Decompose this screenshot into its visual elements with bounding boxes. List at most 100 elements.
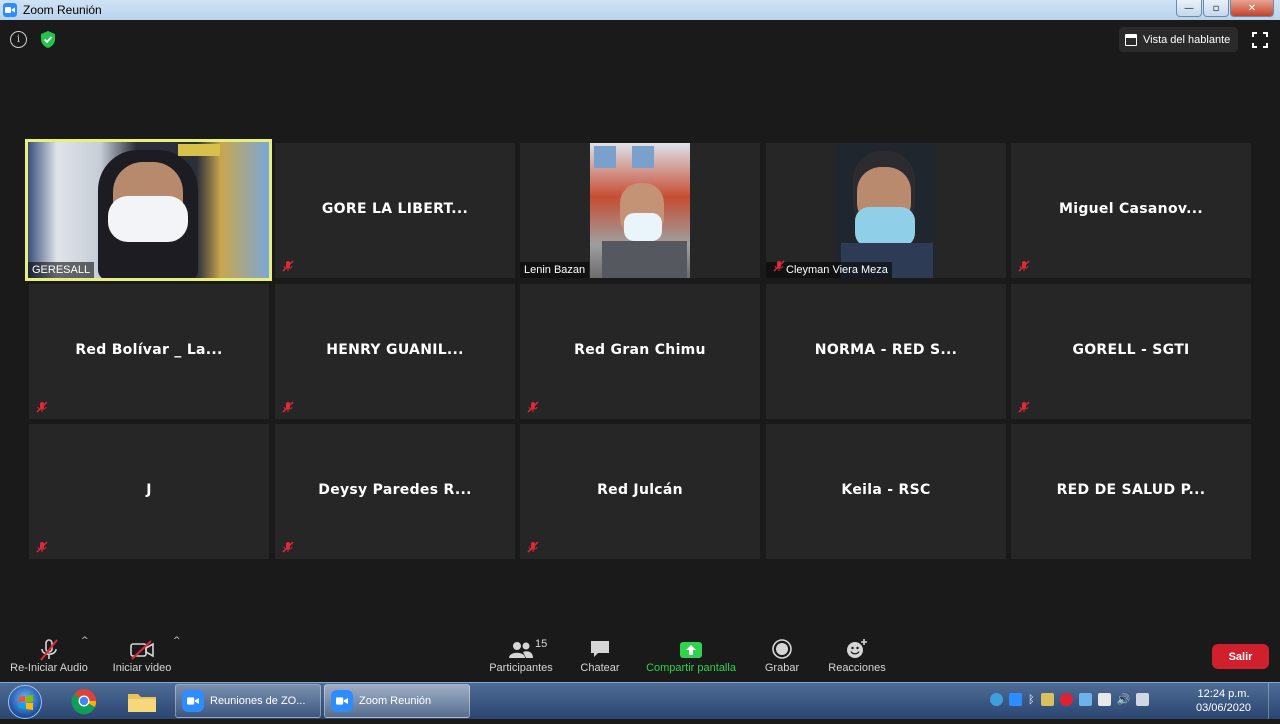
clock-time: 12:24 p.m. [1197,688,1250,700]
participants-label: Participantes [489,662,553,674]
participant-name: Red Julcán [597,482,683,498]
show-desktop-button[interactable] [1268,683,1280,719]
participant-name: GORELL - SGTI [1072,342,1190,358]
video-tile-geresall[interactable]: GERESALL [25,139,272,281]
audio-options-caret-icon[interactable]: ^ [81,636,89,646]
windows-logo-icon [19,695,33,710]
taskbar-window-label: Reuniones de ZO... [210,695,306,707]
audio-label: Re-Iniciar Audio [10,662,88,674]
close-window-button[interactable]: ✕ [1230,0,1274,17]
participant-name: RED DE SALUD P... [1056,482,1206,498]
meeting-toolbar: Re-Iniciar Audio ^ Iniciar video ^ 15 Pa… [0,626,1280,682]
pen-tray-icon[interactable] [1040,693,1054,706]
volume-tray-icon[interactable]: 🔊 [1117,693,1131,706]
maximize-button[interactable]: ▫ [1203,0,1229,17]
record-label: Grabar [764,662,800,674]
muted-mic-icon [1018,260,1030,272]
network-drive-tray-icon[interactable] [1078,693,1092,706]
video-tile-norma[interactable]: NORMA - RED S... [766,284,1006,419]
participant-name: HENRY GUANIL... [326,342,464,358]
tile-name-label: Lenin Bazan [520,262,590,278]
participant-name: Keila - RSC [841,482,931,498]
share-screen-label: Compartir pantalla [646,662,736,674]
share-screen-icon [680,642,702,658]
start-button[interactable] [8,685,42,719]
participant-name: Deysy Paredes R... [318,482,472,498]
video-feed [28,142,269,278]
participant-name: Red Gran Chimu [574,342,706,358]
folder-icon [128,694,156,712]
video-tile-cleyman[interactable]: Cleyman Viera Meza [766,143,1006,278]
video-options-caret-icon[interactable]: ^ [173,636,181,646]
file-explorer-taskbar-button[interactable] [120,685,164,718]
video-tile-miguel[interactable]: Miguel Casanov... [1011,143,1251,278]
participant-name: NORMA - RED S... [814,342,958,358]
chrome-icon [71,689,97,715]
participant-name: Miguel Casanov... [1058,201,1203,217]
windows-taskbar: Reuniones de ZO... Zoom Reunión ᛒ 🔊 12:2… [0,682,1280,719]
minimize-button[interactable]: — [1176,0,1202,17]
meeting-stage: i Vista del hablante GERESALL GORE LA LI… [0,20,1280,682]
participants-count: 15 [535,638,548,650]
chat-icon [591,641,609,657]
video-label: Iniciar video [112,662,172,674]
record-icon [772,639,792,659]
video-tile-henry[interactable]: HENRY GUANIL... [275,284,515,419]
participants-icon [509,642,533,658]
tile-name-label: GERESALL [28,262,95,278]
speaker-view-icon [1125,33,1137,46]
video-tile-j[interactable]: J [29,424,269,559]
participant-name: J [146,482,152,498]
system-tray: ᛒ 🔊 [990,693,1150,706]
muted-mic-icon [36,401,48,413]
muted-mic-icon [282,260,294,272]
taskbar-window-reuniones[interactable]: Reuniones de ZO... [175,684,321,718]
skype-tray-icon[interactable] [990,693,1003,706]
muted-mic-icon [282,541,294,553]
video-tile-red-gran-chimu[interactable]: Red Gran Chimu [520,284,760,419]
chrome-taskbar-button[interactable] [62,685,106,718]
video-tile-red-de-salud[interactable]: RED DE SALUD P... [1011,424,1251,559]
leave-meeting-button[interactable]: Salir [1212,644,1269,669]
camera-off-icon [130,640,154,660]
taskbar-clock[interactable]: 12:24 p.m. 03/06/2020 [1196,687,1251,715]
video-tile-red-julcan[interactable]: Red Julcán [520,424,760,559]
encryption-shield-icon[interactable] [39,30,57,49]
video-tile-deysy[interactable]: Deysy Paredes R... [275,424,515,559]
video-tile-gorell[interactable]: GORELL - SGTI [1011,284,1251,419]
video-tile-lenin[interactable]: Lenin Bazan [520,143,760,278]
video-tile-gore[interactable]: GORE LA LIBERT... [275,143,515,278]
muted-mic-icon [282,401,294,413]
network-tray-icon[interactable] [1136,693,1150,706]
chat-label: Chatear [580,662,620,674]
taskbar-window-label: Zoom Reunión [359,695,432,707]
taskbar-window-zoom-reunion[interactable]: Zoom Reunión [324,684,470,718]
zoom-tray-icon[interactable] [1009,693,1022,706]
participant-name: GORE LA LIBERT... [321,201,469,217]
participant-name: Red Bolívar _ La... [75,342,223,358]
zoom-icon [331,690,353,712]
device-tray-icon[interactable] [1097,693,1111,706]
muted-mic-icon [527,401,539,413]
bluetooth-tray-icon[interactable]: ᛒ [1028,693,1035,706]
muted-mic-icon [1018,401,1030,413]
muted-mic-icon [527,541,539,553]
security-alert-tray-icon[interactable] [1059,693,1073,706]
video-tile-red-bolivar[interactable]: Red Bolívar _ La... [29,284,269,419]
muted-mic-icon [773,260,785,272]
zoom-icon [182,690,204,712]
video-feed [590,143,690,278]
fullscreen-icon[interactable] [1252,32,1268,48]
video-feed [835,143,936,278]
zoom-app-icon [3,3,17,17]
window-titlebar: Zoom Reunión — ▫ ✕ [0,0,1280,20]
speaker-view-button[interactable]: Vista del hablante [1119,27,1238,52]
window-title: Zoom Reunión [23,3,102,17]
meeting-info-icon[interactable]: i [10,31,27,48]
reactions-label: Reacciones [828,662,886,674]
reactions-icon [847,639,867,658]
mic-muted-icon [40,639,58,661]
speaker-view-label: Vista del hablante [1143,33,1231,46]
video-tile-keila[interactable]: Keila - RSC [766,424,1006,559]
muted-mic-icon [36,541,48,553]
